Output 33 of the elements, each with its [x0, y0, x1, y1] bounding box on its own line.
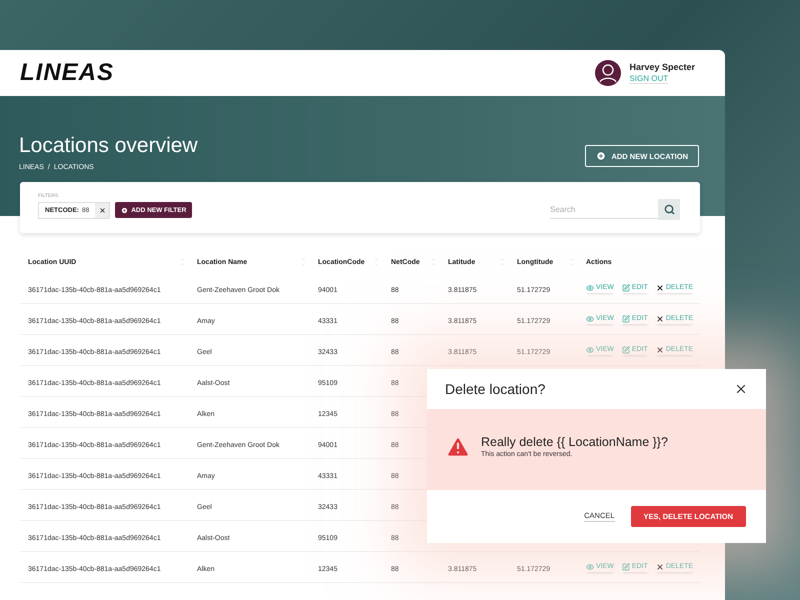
edit-icon	[622, 562, 630, 570]
eye-icon	[586, 562, 594, 570]
close-icon	[734, 382, 748, 396]
close-icon	[656, 284, 664, 292]
close-icon	[656, 346, 664, 354]
edit-icon	[622, 284, 630, 292]
sort-icon[interactable]	[180, 257, 185, 267]
sort-icon[interactable]	[500, 257, 505, 267]
plus-icon	[121, 206, 128, 214]
search-icon	[664, 204, 674, 215]
eye-icon	[586, 314, 594, 322]
warning-message: Really delete {{ LocationName }}?	[481, 435, 668, 449]
eye-icon	[586, 284, 594, 292]
close-button[interactable]	[734, 382, 748, 396]
logo: LINEAS	[20, 59, 114, 87]
edit-icon	[622, 346, 630, 354]
dialog-title: Delete location?	[445, 381, 546, 397]
search-button[interactable]	[658, 199, 680, 220]
edit-icon	[622, 314, 630, 322]
sort-icon[interactable]	[374, 257, 379, 267]
sort-icon[interactable]	[301, 257, 306, 267]
close-icon	[98, 207, 106, 214]
user-name: Harvey Specter	[629, 62, 695, 72]
sort-icon[interactable]	[431, 257, 436, 267]
page-title: Locations overview	[19, 134, 198, 158]
remove-filter-button[interactable]	[95, 203, 110, 218]
eye-icon	[586, 346, 594, 354]
sign-out-link[interactable]: SIGN OUT	[629, 74, 668, 84]
close-icon	[656, 314, 664, 322]
sort-icon[interactable]	[569, 257, 574, 267]
plus-icon	[596, 151, 606, 161]
avatar-icon	[595, 60, 622, 86]
close-icon	[656, 562, 664, 570]
